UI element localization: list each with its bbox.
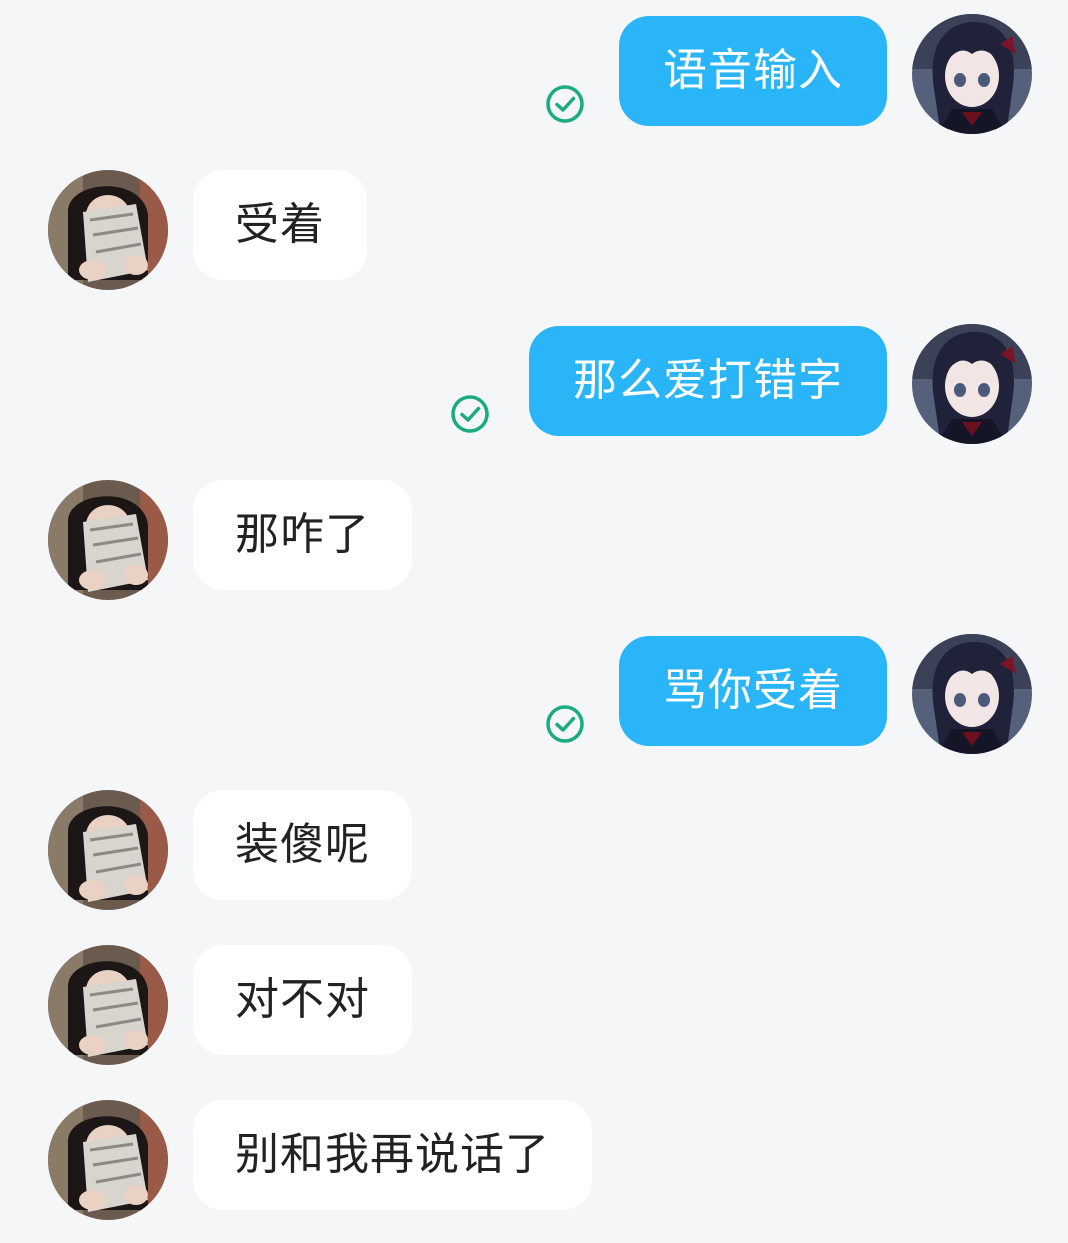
sent-avatar[interactable]: [912, 634, 1032, 754]
received-avatar[interactable]: [48, 170, 168, 290]
received-avatar[interactable]: [48, 945, 168, 1065]
received-message-bubble[interactable]: 那咋了: [193, 480, 412, 590]
check-circle-icon: [545, 84, 585, 124]
received-message-bubble[interactable]: 装傻呢: [193, 790, 412, 900]
check-circle-icon: [545, 704, 585, 744]
received-message-bubble[interactable]: 受着: [193, 170, 367, 280]
message-row-received: 装傻呢: [0, 790, 1068, 910]
sent-avatar[interactable]: [912, 14, 1032, 134]
received-avatar[interactable]: [48, 480, 168, 600]
message-row-sent: 语音输入: [0, 14, 1068, 134]
check-circle-icon: [450, 394, 490, 434]
sent-message-bubble[interactable]: 语音输入: [619, 16, 887, 126]
message-row-sent: 那么爱打错字: [0, 324, 1068, 444]
message-row-sent: 骂你受着: [0, 634, 1068, 754]
message-row-received: 那咋了: [0, 480, 1068, 600]
received-message-bubble[interactable]: 对不对: [193, 945, 412, 1055]
message-row-received: 受着: [0, 170, 1068, 290]
sent-message-bubble[interactable]: 骂你受着: [619, 636, 887, 746]
message-row-received: 别和我再说话了: [0, 1100, 1068, 1220]
message-row-received: 对不对: [0, 945, 1068, 1065]
sent-message-bubble[interactable]: 那么爱打错字: [529, 326, 887, 436]
received-avatar[interactable]: [48, 790, 168, 910]
received-message-bubble[interactable]: 别和我再说话了: [193, 1100, 592, 1210]
sent-avatar[interactable]: [912, 324, 1032, 444]
received-avatar[interactable]: [48, 1100, 168, 1220]
